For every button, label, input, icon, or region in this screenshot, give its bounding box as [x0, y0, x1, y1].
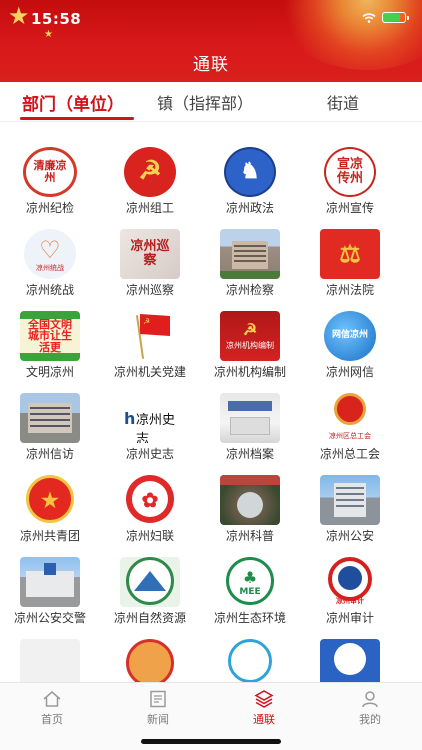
grid-item-liangzhou-publicity[interactable]: 宣凉传州 凉州宣传 [300, 122, 400, 215]
nav-label: 通联 [253, 713, 275, 726]
tab-streets[interactable]: 街道 [327, 90, 359, 114]
user-icon [360, 689, 380, 709]
star-icon: ★ [44, 29, 53, 40]
star-icon: ★ [8, 2, 30, 30]
petition-building-icon [20, 393, 80, 443]
nav-home[interactable]: 首页 [22, 689, 82, 727]
inspection-logo-icon: 凉州巡察 [120, 229, 180, 279]
nav-profile[interactable]: 我的 [340, 689, 400, 727]
grid-item-liangzhou-natural-resources[interactable]: 凉州自然资源 [100, 532, 200, 625]
youth-league-emblem-icon: ★ [20, 475, 80, 525]
grid-item-partial[interactable] [100, 614, 200, 682]
audit-emblem-icon: 凉州审计 [320, 557, 380, 607]
page-title: 通联 [193, 55, 229, 75]
grid-item-partial[interactable] [200, 614, 300, 682]
grid-item-liangzhou-science[interactable]: 凉州科普 [200, 450, 300, 543]
party-emblem-icon: ☭ [120, 147, 180, 197]
police-building-icon [320, 475, 380, 525]
nav-tonglian[interactable]: 通联 [234, 689, 294, 727]
natural-resources-emblem-icon [120, 557, 180, 607]
layers-icon [254, 689, 274, 709]
grid-item-liangzhou-history[interactable]: h 凉州史志 凉州史志 [100, 368, 200, 461]
tab-departments[interactable]: 部门（单位） [22, 90, 124, 115]
red-flag-icon: ☭ [120, 311, 180, 361]
grid-item-liangzhou-procuratorate[interactable]: 凉州检察 [200, 204, 300, 297]
court-emblem-icon: ⚖ [320, 229, 380, 279]
partial-emblem-icon [220, 639, 280, 682]
status-icons [362, 12, 409, 23]
cyberspace-globe-icon: 网信凉州 [320, 311, 380, 361]
womens-federation-emblem-icon: ✿ [120, 475, 180, 525]
united-front-heart-icon: ♡ 凉州统战 [20, 229, 80, 279]
home-icon [42, 689, 62, 709]
app-header: ★ ★ 15:58 通联 [0, 0, 422, 82]
grid-item-liangzhou-youth-league[interactable]: ★ 凉州共青团 [0, 450, 100, 543]
grid-item-liangzhou-inspection[interactable]: 凉州巡察 凉州巡察 [100, 204, 200, 297]
traffic-police-building-icon [20, 557, 80, 607]
trade-union-emblem-icon: 凉州区总工会 [320, 393, 380, 443]
grid-item-liangzhou-politics-law[interactable]: ♞ 凉州政法 [200, 122, 300, 215]
grid-item-liangzhou-police[interactable]: 凉州公安 [300, 450, 400, 543]
grid-item-liangzhou-court[interactable]: ⚖ 凉州法院 [300, 204, 400, 297]
grid-item-civilized-liangzhou[interactable]: 全国文明城市让生活更 文明凉州 [0, 286, 100, 379]
grid-item-partial[interactable] [0, 614, 100, 682]
category-tabs: 部门（单位） 镇（指挥部） 街道 [0, 82, 422, 122]
nav-label: 首页 [41, 713, 63, 726]
civilized-city-banner-icon: 全国文明城市让生活更 [20, 311, 80, 361]
active-tab-indicator [20, 117, 134, 120]
grid-item-liangzhou-cyberspace[interactable]: 网信凉州 凉州网信 [300, 286, 400, 379]
tab-towns[interactable]: 镇（指挥部） [157, 90, 253, 114]
publicity-seal-icon: 宣凉传州 [320, 147, 380, 197]
organization-banner-icon: ☭ 凉州机构编制 [220, 311, 280, 361]
grid-item-liangzhou-discipline[interactable]: 清廉凉州 凉州纪检 [0, 122, 100, 215]
discipline-seal-icon: 清廉凉州 [20, 147, 80, 197]
ecology-emblem-icon: ♣ MEE [220, 557, 280, 607]
status-time: 15:58 [31, 10, 82, 28]
nav-label: 我的 [359, 713, 381, 726]
grid-item-partial[interactable] [300, 614, 400, 682]
nav-label: 新闻 [147, 713, 169, 726]
partial-emblem-icon [320, 639, 380, 682]
placeholder-image-icon [20, 639, 80, 682]
nav-news[interactable]: 新闻 [128, 689, 188, 727]
grid-item-liangzhou-archives[interactable]: 凉州档案 [200, 368, 300, 461]
history-logo-icon: h 凉州史志 [120, 393, 180, 443]
grid-item-liangzhou-party-building[interactable]: ☭ 凉州机关党建 [100, 286, 200, 379]
grid-item-liangzhou-staffing[interactable]: ☭ 凉州机构编制 凉州机构编制 [200, 286, 300, 379]
wifi-icon [362, 12, 376, 23]
unit-grid: 清廉凉州 凉州纪检 ☭ 凉州组工 ♞ 凉州政法 宣凉传州 凉州宣传 ♡ 凉州统战… [0, 122, 422, 682]
news-icon [148, 689, 168, 709]
grid-item-liangzhou-trade-union[interactable]: 凉州区总工会 凉州总工会 [300, 368, 400, 461]
building-photo-icon [220, 229, 280, 279]
bronze-horse-icon: ♞ [220, 147, 280, 197]
battery-icon [382, 12, 409, 23]
archives-hall-icon [220, 393, 280, 443]
grid-item-liangzhou-traffic-police[interactable]: 凉州公安交警 [0, 532, 100, 625]
science-crowd-photo-icon [220, 475, 280, 525]
partial-emblem-icon [120, 639, 180, 682]
grid-item-liangzhou-petition[interactable]: 凉州信访 [0, 368, 100, 461]
home-indicator[interactable] [141, 739, 281, 744]
grid-item-liangzhou-organization[interactable]: ☭ 凉州组工 [100, 122, 200, 215]
grid-item-liangzhou-womens-federation[interactable]: ✿ 凉州妇联 [100, 450, 200, 543]
grid-item-liangzhou-ecology[interactable]: ♣ MEE 凉州生态环境 [200, 532, 300, 625]
grid-item-liangzhou-united-front[interactable]: ♡ 凉州统战 凉州统战 [0, 204, 100, 297]
grid-item-liangzhou-audit[interactable]: 凉州审计 凉州审计 [300, 532, 400, 625]
